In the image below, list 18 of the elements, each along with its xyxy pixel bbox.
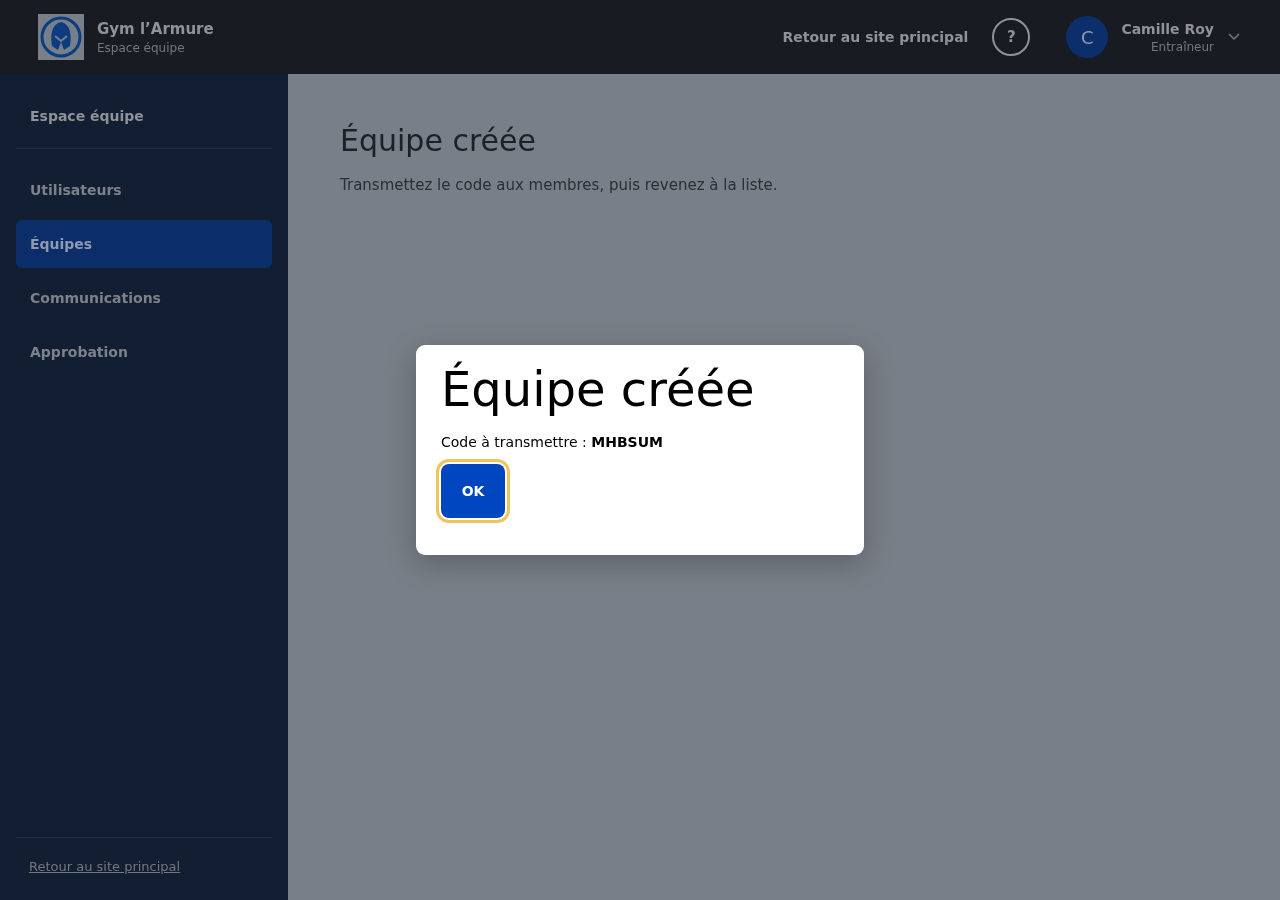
- back-link[interactable]: Retour au site principal: [782, 29, 969, 45]
- nav-item[interactable]: Utilisateurs: [16, 166, 272, 214]
- nav-item[interactable]: Communications: [16, 274, 272, 322]
- user-role: Entraîneur: [1150, 39, 1214, 54]
- footer-back-link[interactable]: Retour au site principal: [16, 838, 272, 900]
- brand-name: Gym l’Armure: [97, 19, 214, 38]
- chevron-down-icon[interactable]: [1228, 33, 1240, 41]
- nav-item[interactable]: Équipes: [16, 220, 272, 268]
- user-avatar[interactable]: C: [1066, 16, 1109, 58]
- help-button[interactable]: ?: [992, 18, 1031, 56]
- user-name: Camille Roy: [1121, 20, 1214, 37]
- sidebar-title: Espace équipe: [29, 107, 145, 126]
- dialog-title: Équipe créée: [441, 363, 756, 416]
- helmet-logo-icon: [38, 14, 84, 60]
- page-description: Transmettez le code aux membres, puis revenez à la liste.: [340, 176, 779, 194]
- nav-item[interactable]: Approbation: [16, 328, 272, 376]
- brand-subtitle: Espace équipe: [97, 40, 186, 55]
- dialog-message: Code à transmettre : MHBSUM: [441, 433, 664, 450]
